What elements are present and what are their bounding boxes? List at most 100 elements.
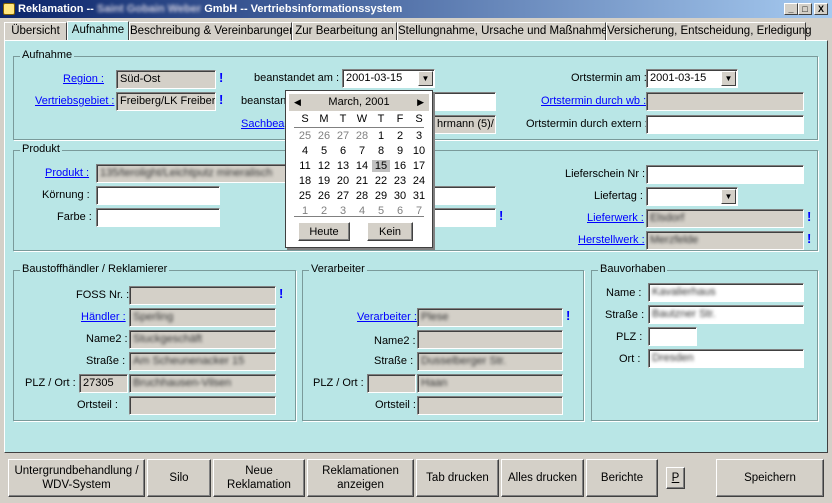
dropdown-arrow-icon[interactable]: ▼ — [721, 71, 736, 86]
bau-strasse-field[interactable]: Bautzner Str. — [648, 305, 804, 324]
plz-field[interactable]: 27305 — [79, 374, 128, 393]
calendar-day[interactable]: 25 — [296, 130, 314, 142]
ortstermin-extern-field[interactable] — [646, 115, 804, 134]
calendar-day[interactable]: 22 — [372, 175, 390, 187]
ortstermin-wb-link[interactable]: Ortstermin durch wb : — [541, 95, 646, 107]
calendar-day[interactable]: 30 — [391, 190, 409, 202]
calendar-day[interactable]: 9 — [391, 145, 409, 157]
verarbeiter-link[interactable]: Verarbeiter : — [357, 311, 417, 323]
calendar-day[interactable]: 28 — [353, 130, 371, 142]
ortstermin-date-field[interactable]: 2001-03-15 ▼ — [646, 69, 738, 88]
tab-beschreibung[interactable]: Beschreibung & Vereinbarungen — [129, 22, 296, 41]
calendar-day[interactable]: 31 — [410, 190, 428, 202]
lieferschein-field[interactable] — [646, 165, 804, 184]
prev-month-icon[interactable]: ◀ — [294, 94, 301, 111]
alles-drucken-button[interactable]: Alles drucken — [501, 459, 584, 497]
foss-field[interactable] — [129, 286, 276, 305]
calendar-day[interactable]: 6 — [334, 145, 352, 157]
calendar-day[interactable]: 2 — [391, 130, 409, 142]
farbe-field[interactable] — [96, 208, 220, 227]
tab-versicherung[interactable]: Versicherung, Entscheidung, Erledigung — [606, 22, 812, 41]
dropdown-arrow-icon[interactable]: ▼ — [721, 189, 736, 204]
bau-plz-field[interactable] — [648, 327, 697, 346]
calendar-day[interactable]: 1 — [372, 130, 390, 142]
next-month-icon[interactable]: ▶ — [417, 94, 424, 111]
koernung-field[interactable] — [96, 186, 220, 205]
sachbearbeiter-field[interactable]: hrmann (5)/ — [433, 115, 496, 134]
tab-stellungnahme[interactable]: Stellungnahme, Ursache und Maßnahmen — [397, 22, 614, 41]
speichern-button[interactable]: Speichern — [716, 459, 824, 497]
maximize-button[interactable]: □ — [798, 3, 812, 15]
ortstermin-wb-field[interactable] — [646, 92, 804, 111]
calendar-day[interactable]: 28 — [353, 190, 371, 202]
calendar-day[interactable]: 25 — [296, 190, 314, 202]
calendar-day[interactable]: 27 — [334, 130, 352, 142]
verarbeiter-ort-field[interactable]: Haan — [417, 374, 563, 393]
calendar-day[interactable]: 5 — [315, 145, 333, 157]
calendar-day[interactable]: 10 — [410, 145, 428, 157]
neue-reklamation-button[interactable]: Neue Reklamation — [213, 459, 305, 497]
beanstandet2-field[interactable] — [433, 92, 496, 111]
name2-field[interactable]: Stuckgeschäft — [129, 330, 276, 349]
beanstandet-date-field[interactable]: 2001-03-15 ▼ — [342, 69, 435, 88]
p-button[interactable]: P — [666, 467, 685, 489]
calendar-day[interactable]: 27 — [334, 190, 352, 202]
calendar-day[interactable]: 21 — [353, 175, 371, 187]
produkt-link[interactable]: Produkt : — [45, 167, 89, 179]
reklamationen-anzeigen-button[interactable]: Reklamationen anzeigen — [307, 459, 414, 497]
calendar-today-button[interactable]: Heute — [298, 222, 350, 241]
sachbearbeiter-link[interactable]: Sachbea — [241, 118, 284, 130]
calendar-none-button[interactable]: Kein — [367, 222, 413, 241]
verarbeiter-field[interactable]: Plese — [417, 308, 563, 327]
calendar-day[interactable]: 23 — [391, 175, 409, 187]
tab-aufnahme[interactable]: Aufnahme — [67, 21, 129, 42]
vertriebsgebiet-link[interactable]: Vertriebsgebiet : — [35, 95, 115, 107]
calendar-day[interactable]: 13 — [334, 160, 352, 172]
haendler-link[interactable]: Händler : — [81, 311, 126, 323]
ortsteil-field[interactable] — [129, 396, 276, 415]
herstellwerk-link[interactable]: Herstellwerk : — [578, 234, 645, 246]
region-field[interactable]: Süd-Ost — [116, 70, 216, 89]
untergrund-button[interactable]: Untergrundbehandlung / WDV-System — [8, 459, 145, 497]
calendar-day[interactable]: 4 — [296, 145, 314, 157]
calendar-day[interactable]: 17 — [410, 160, 428, 172]
ort-field[interactable]: Bruchhausen-Vilsen — [129, 374, 276, 393]
calendar-day[interactable]: 20 — [334, 175, 352, 187]
calendar-day[interactable]: 19 — [315, 175, 333, 187]
produkt-extra-field-1[interactable] — [433, 186, 496, 205]
calendar-day[interactable]: 26 — [315, 190, 333, 202]
bau-name-field[interactable]: Kavalierhaus — [648, 283, 804, 302]
verarbeiter-ortsteil-field[interactable] — [417, 396, 563, 415]
vertriebsgebiet-field[interactable]: Freiberg/LK Freiber — [116, 92, 216, 111]
calendar-day[interactable]: 16 — [391, 160, 409, 172]
tab-uebersicht[interactable]: Übersicht — [4, 22, 67, 41]
dropdown-arrow-icon[interactable]: ▼ — [418, 71, 433, 86]
silo-button[interactable]: Silo — [147, 459, 211, 497]
verarbeiter-plz-field[interactable] — [367, 374, 416, 393]
region-link[interactable]: Region : — [63, 73, 104, 85]
calendar-day[interactable]: 7 — [353, 145, 371, 157]
calendar-day[interactable]: 14 — [353, 160, 371, 172]
strasse-field[interactable]: Am Scheunenacker 15 — [129, 352, 276, 371]
verarbeiter-strasse-field[interactable]: Dusselberger Str. — [417, 352, 563, 371]
calendar-day[interactable]: 12 — [315, 160, 333, 172]
tab-bearbeitung[interactable]: Zur Bearbeitung an — [292, 22, 397, 41]
calendar-day[interactable]: 18 — [296, 175, 314, 187]
bau-ort-field[interactable]: Dresden — [648, 349, 804, 368]
lieferwerk-link[interactable]: Lieferwerk : — [587, 212, 644, 224]
haendler-field[interactable]: Sperling — [129, 308, 276, 327]
calendar-day[interactable]: 8 — [372, 145, 390, 157]
calendar-day[interactable]: 11 — [296, 160, 314, 172]
calendar-day[interactable]: 24 — [410, 175, 428, 187]
verarbeiter-name2-field[interactable] — [417, 330, 563, 349]
calendar-day[interactable]: 3 — [410, 130, 428, 142]
calendar-day[interactable]: 26 — [315, 130, 333, 142]
liefertag-field[interactable]: ▼ — [646, 187, 738, 206]
calendar-day[interactable]: 29 — [372, 190, 390, 202]
produkt-field[interactable]: 135/terolight/Leichtputz mineralisch — [96, 164, 286, 183]
produkt-extra-field-2[interactable] — [433, 208, 496, 227]
close-button[interactable]: X — [814, 3, 828, 15]
herstellwerk-field[interactable]: Merzfelde — [646, 231, 804, 250]
calendar-day[interactable]: 15 — [372, 160, 390, 172]
tab-drucken-button[interactable]: Tab drucken — [416, 459, 499, 497]
